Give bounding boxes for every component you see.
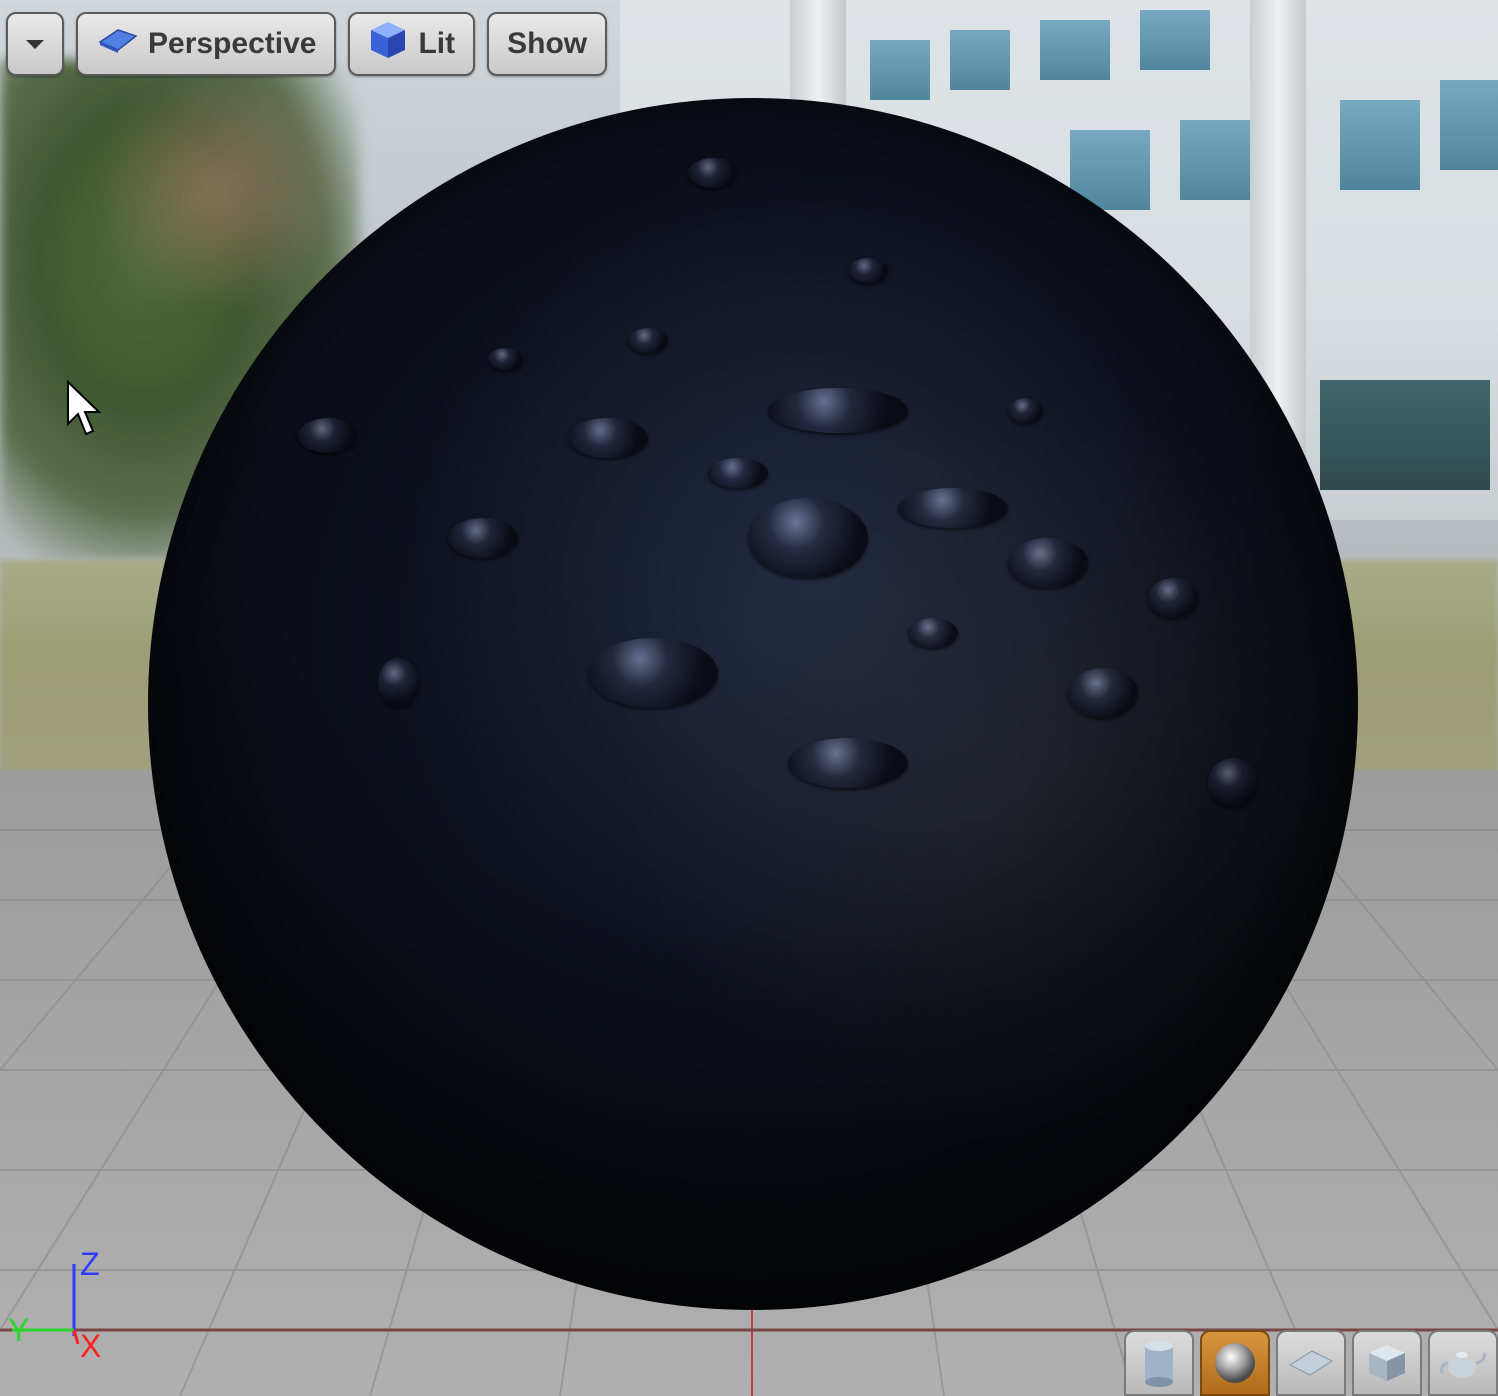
- camera-perspective-icon: [96, 26, 138, 62]
- preview-sphere[interactable]: [148, 98, 1358, 1310]
- view-options-dropdown[interactable]: [6, 12, 64, 76]
- building-window: [1140, 10, 1210, 70]
- axis-y-label: Y: [8, 1312, 30, 1348]
- axis-gizmo: Z Y X: [8, 1246, 128, 1366]
- sphere-shading: [148, 98, 1358, 1310]
- cube-icon: [1369, 1345, 1405, 1381]
- lit-button[interactable]: Lit: [348, 12, 476, 76]
- chevron-down-icon: [26, 39, 44, 49]
- mouse-cursor-icon: [67, 380, 102, 436]
- preview-teapot-button[interactable]: [1428, 1330, 1498, 1396]
- axis-z-label: Z: [80, 1246, 100, 1282]
- plane-icon: [1288, 1350, 1334, 1376]
- preview-cube-button[interactable]: [1352, 1330, 1422, 1396]
- lit-mode-cube-icon: [368, 20, 408, 68]
- building-window: [950, 30, 1010, 90]
- show-label: Show: [507, 27, 588, 60]
- preview-shape-selector: [1124, 1330, 1498, 1396]
- building-window: [1040, 20, 1110, 80]
- show-button[interactable]: Show: [487, 12, 608, 76]
- cylinder-icon: [1145, 1341, 1173, 1387]
- preview-cylinder-button[interactable]: [1124, 1330, 1194, 1396]
- perspective-button[interactable]: Perspective: [76, 12, 337, 76]
- preview-sphere-button[interactable]: [1200, 1330, 1270, 1396]
- axis-x-label: X: [80, 1328, 102, 1364]
- material-preview-viewport[interactable]: Perspective Lit Show Z Y X: [0, 0, 1498, 1396]
- preview-plane-button[interactable]: [1276, 1330, 1346, 1396]
- viewport-toolbar: Perspective Lit Show: [6, 12, 608, 76]
- building-window: [870, 40, 930, 100]
- sphere-icon: [1215, 1343, 1255, 1383]
- building-window: [1440, 80, 1498, 170]
- lit-label: Lit: [418, 27, 456, 60]
- teapot-icon: [1440, 1352, 1486, 1378]
- perspective-label: Perspective: [148, 27, 317, 60]
